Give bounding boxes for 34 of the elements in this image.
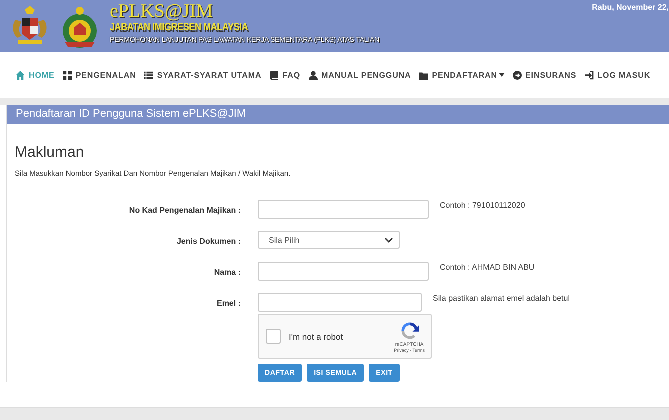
field-label: Jenis Dokumen : (176, 236, 241, 246)
hint-text: Contoh : AHMAD BIN ABU (440, 262, 535, 272)
nav-link[interactable]: PENGENALAN (76, 70, 136, 80)
field-label: Nama : (213, 267, 241, 277)
site-title: ePLKS@JIM (110, 2, 214, 21)
panel-header: Pendaftaran ID Pengguna Sistem ePLKS@JIM (7, 105, 669, 124)
input-field[interactable] (258, 262, 429, 281)
book-icon[interactable] (270, 70, 279, 80)
grid-icon[interactable] (62, 70, 72, 80)
nav-link[interactable]: PENDAFTARAN (432, 70, 498, 80)
date-text: Rabu, November 22, (592, 3, 669, 12)
chevron-icon (385, 238, 393, 242)
field-label: No Kad Pengenalan Majikan : (128, 205, 241, 215)
section-heading: Makluman (15, 144, 86, 161)
user-icon[interactable] (308, 70, 318, 80)
department-name: JABATAN IMIGRESEN MALAYSIA (110, 21, 250, 34)
input-field[interactable] (258, 200, 429, 219)
captcha-label: I'm not a robot (289, 332, 344, 342)
captcha-checkbox[interactable] (266, 329, 281, 344)
circle-arrow-icon[interactable] (512, 70, 522, 80)
hint-text: Sila pastikan alamat emel adalah betul (433, 293, 570, 303)
input-field[interactable] (258, 293, 422, 312)
nav-link[interactable]: FAQ (282, 70, 301, 80)
folder-icon[interactable] (419, 70, 428, 80)
nav-link[interactable]: SYARAT-SYARAT UTAMA (157, 70, 262, 80)
login-icon[interactable] (584, 70, 594, 80)
document-type-dropdown[interactable]: Sila Pilih (258, 231, 400, 249)
field-label: Emel : (216, 298, 241, 308)
hint-text: Contoh : 791010112020 (440, 200, 526, 210)
nav-link[interactable]: MANUAL PENGGUNA (322, 70, 412, 80)
list-icon[interactable] (144, 70, 154, 80)
nav-link[interactable]: LOG MASUK (598, 70, 651, 80)
nav-link[interactable]: EINSURANS (526, 70, 577, 80)
home-icon[interactable] (16, 70, 25, 80)
